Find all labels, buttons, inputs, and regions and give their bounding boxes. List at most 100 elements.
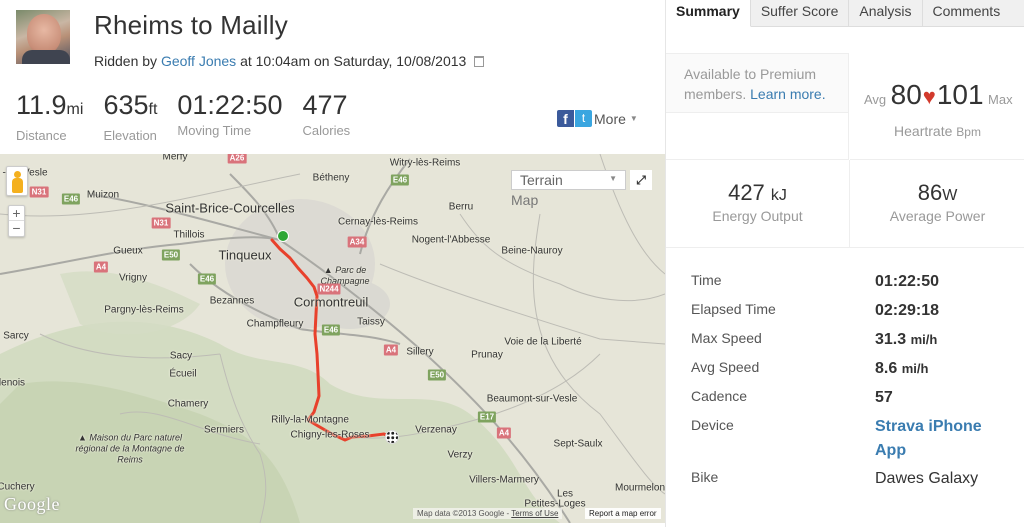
map-place-label: Sillery [406,346,434,358]
zoom-out-button[interactable]: − [9,221,24,236]
map-place-label: Chamery [167,398,209,410]
map-place-label: Cormontreuil [293,294,369,310]
detail-value: 01:22:50 [875,273,940,290]
map-place-label: Nogent-l'Abbesse [411,234,491,246]
tab-suffer-score[interactable]: Suffer Score [751,0,850,27]
stat-value: 477 [302,90,348,120]
route-map[interactable]: MerfyWitry-lès-ReimsBétheny-sur-VesleMui… [0,154,665,523]
fullscreen-icon[interactable]: ⤢ [630,170,652,190]
map-place-label: Écueil [169,368,197,380]
detail-row-cadence: Cadence 57 [691,386,1011,415]
avatar-shirt [22,50,70,64]
heartrate-max-label: Max [988,92,1013,107]
learn-more-link[interactable]: Learn more. [750,86,825,102]
map-place-label: Sacy [169,350,193,362]
facebook-icon[interactable]: f [557,110,574,127]
tab-summary[interactable]: Summary [666,0,751,27]
map-place-label: Bétheny [312,172,350,184]
activity-stats: 11.9mi Distance 635ft Elevation 01:22:50… [16,90,370,143]
stat-moving-time: 01:22:50 Moving Time [177,90,282,143]
detail-label: Max Speed [691,330,762,346]
map-place-label: Berru [448,201,474,213]
ridden-by-label: Ridden by [94,53,158,69]
chevron-down-icon[interactable]: ▼ [630,114,638,123]
stat-label: Moving Time [177,123,252,138]
map-place-label: Rilly-la-Montagne [271,414,349,426]
activity-datetime: at 10:04am on Saturday, 10/08/2013 [240,53,467,69]
map-place-label: Taissy [357,316,385,328]
average-power: 86W Average Power [850,160,1024,248]
device-link[interactable]: Strava iPhone App [875,415,995,467]
map-place-label: Tinqueux [218,247,272,263]
energy-value: 427 [728,180,765,205]
road-shield: N31 [29,186,49,198]
detail-label: Elapsed Time [691,301,776,317]
detail-row-elapsed-time: Elapsed Time 02:29:18 [691,299,1011,328]
energy-unit: kJ [770,187,787,204]
detail-value: 02:29:18 [875,302,940,319]
stat-unit: ft [148,101,158,118]
stat-calories: 477 Calories [303,90,351,143]
map-place-label: Bezannes [209,295,255,307]
stat-label: Calories [302,123,351,138]
activity-tabs: Summary Suffer Score Analysis Comments [666,0,1024,27]
athlete-avatar[interactable] [16,10,70,64]
detail-value: Dawes Galaxy [875,470,979,487]
map-type-select[interactable]: Terrain ▼ [511,170,626,190]
map-place-label: Pargny-lès-Reims [104,304,184,316]
more-button[interactable]: More [594,111,626,127]
premium-notice: Available to Premium members. Learn more… [666,53,849,113]
power-value: 86 [917,180,943,205]
detail-row-bike: Bike Dawes Galaxy [691,467,1011,496]
pegman-head [14,171,21,178]
detail-label: Time [691,272,722,288]
twitter-icon[interactable]: t [575,110,592,127]
detail-value: 8.6 [875,360,898,377]
finish-flag-icon[interactable] [385,430,399,444]
activity-subtitle: Ridden by Geoff Jones at 10:04am on Satu… [94,53,485,69]
map-place-label: Thillois [173,229,205,241]
stat-value: 11.9 [16,90,67,120]
map-place-label: Chigny-les-Roses [290,429,370,441]
athlete-link[interactable]: Geoff Jones [161,53,236,69]
map-type-option[interactable]: Map [511,192,538,208]
map-place-label: Vrigny [119,272,147,284]
road-shield: E50 [427,369,447,381]
start-marker[interactable] [277,230,289,242]
map-place-label: Sarcy [3,330,29,342]
road-shield: E17 [477,411,497,423]
map-attribution: Map data ©2013 Google - Terms of Use [413,508,563,519]
road-shield: A4 [383,344,399,356]
energy-output: 427 kJ Energy Output [666,160,850,248]
detail-row-avg-speed: Avg Speed 8.6 mi/h [691,357,1011,386]
tab-comments[interactable]: Comments [923,0,1011,27]
heart-icon: ♥ [922,84,936,109]
pegman-body [12,178,23,193]
street-view-pegman-icon[interactable] [6,166,28,196]
map-place-label: Sermiers [203,424,245,436]
activity-panel: Summary Suffer Score Analysis Comments A… [665,0,1024,527]
stat-unit: mi [66,101,84,118]
map-place-label: Muizon [86,189,120,201]
calendar-icon[interactable] [474,56,485,67]
stat-label: Elevation [103,128,157,143]
map-place-label: Beine-Nauroy [501,245,563,257]
report-map-error-link[interactable]: Report a map error [585,508,661,519]
map-place-label: Villers-Marmery [469,474,539,486]
terms-of-use-link[interactable]: Terms of Use [511,509,558,518]
road-shield: A26 [227,154,247,164]
zoom-in-button[interactable]: + [9,206,24,221]
detail-row-device: Device Strava iPhone App [691,415,1011,467]
map-place-label: Merfy [162,154,188,163]
road-shield: N244 [317,283,341,295]
heartrate-max: 101 [936,79,984,110]
tab-analysis[interactable]: Analysis [849,0,923,27]
map-place-label: Cernay-lès-Reims [337,216,419,228]
energy-label: Energy Output [712,208,803,224]
zoom-control: + − [8,205,25,237]
map-type-selected: Terrain [520,172,563,188]
road-shield: N31 [151,217,171,229]
road-shield: E46 [390,174,410,186]
activity-details: Time 01:22:50 Elapsed Time 02:29:18 Max … [691,270,1011,496]
heartrate-avg-label: Avg [864,92,887,107]
